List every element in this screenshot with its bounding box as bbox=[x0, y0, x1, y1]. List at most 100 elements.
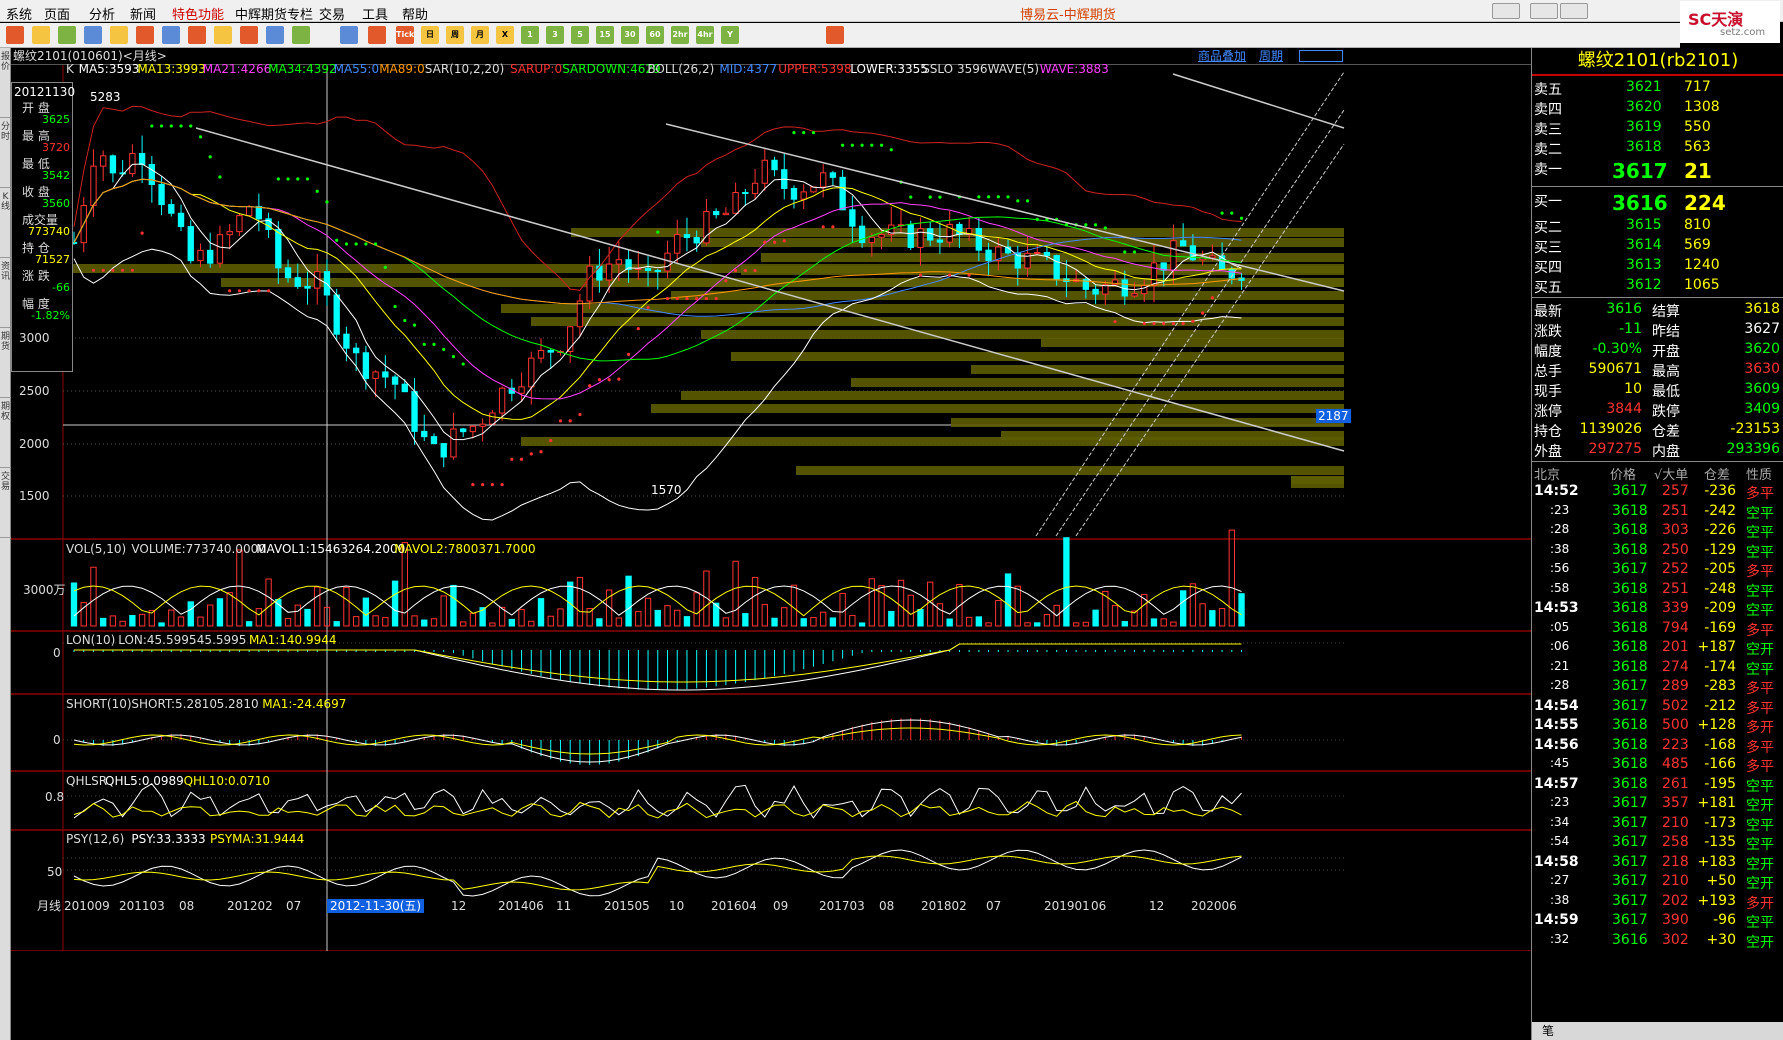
sar-dot bbox=[374, 242, 378, 246]
minimize-button[interactable] bbox=[1492, 3, 1520, 19]
period-button-9[interactable]: 30 bbox=[621, 26, 639, 44]
ask-row[interactable]: 卖五 3621 717 bbox=[1532, 78, 1783, 98]
period-button-7[interactable]: 5 bbox=[571, 26, 589, 44]
menu-item-1[interactable]: 页面 bbox=[44, 4, 70, 23]
close-button[interactable] bbox=[1560, 3, 1588, 19]
left-tab-1[interactable]: 分时 bbox=[0, 118, 11, 188]
ask-volume: 21 bbox=[1684, 159, 1712, 183]
left-tab-3[interactable]: 资讯 bbox=[0, 258, 11, 328]
period-button-12[interactable]: 4hr bbox=[696, 26, 714, 44]
volume-profile-bar bbox=[701, 330, 1344, 339]
sar-dot bbox=[383, 265, 387, 269]
calc-icon[interactable] bbox=[826, 26, 844, 44]
stat-label: 昨结 bbox=[1652, 324, 1680, 340]
window-icon[interactable] bbox=[162, 26, 180, 44]
tick-row: 14:52 3617 257 -236 多平 bbox=[1532, 482, 1783, 502]
period-button-13[interactable]: Y bbox=[721, 26, 739, 44]
tick-price: 3617 bbox=[1612, 814, 1648, 831]
ask-row[interactable]: 卖一 3617 21 bbox=[1532, 158, 1783, 184]
period-button-5[interactable]: 1 bbox=[521, 26, 539, 44]
bid-row[interactable]: 买五 3612 1065 bbox=[1532, 276, 1783, 296]
volume-bar bbox=[450, 584, 457, 627]
menu-item-4[interactable]: 特色功能 bbox=[172, 4, 224, 23]
menu-item-3[interactable]: 新闻 bbox=[130, 4, 156, 23]
sar-dot bbox=[607, 378, 611, 382]
menu-item-2[interactable]: 分析 bbox=[89, 4, 115, 23]
period-button-3[interactable]: 月 bbox=[471, 26, 489, 44]
ticks-footer[interactable]: 笔 bbox=[1532, 1022, 1783, 1040]
candle-body bbox=[751, 182, 759, 195]
sar-dot bbox=[344, 242, 349, 246]
stat-value: 297275 bbox=[1588, 441, 1642, 457]
menu-item-8[interactable]: 帮助 bbox=[402, 4, 428, 23]
candle-body bbox=[819, 172, 827, 188]
left-tab-4[interactable]: 期货 bbox=[0, 328, 11, 398]
menu-item-5[interactable]: 中辉期货专栏 bbox=[235, 4, 313, 23]
list-icon[interactable] bbox=[340, 26, 358, 44]
page-icon[interactable] bbox=[32, 26, 50, 44]
new-icon[interactable] bbox=[292, 26, 310, 44]
menu-item-6[interactable]: 交易 bbox=[319, 4, 345, 23]
left-tab-2[interactable]: K线 bbox=[0, 188, 11, 258]
menu-item-0[interactable]: 系统 bbox=[6, 4, 32, 23]
period-button-11[interactable]: 2hr bbox=[671, 26, 689, 44]
chart-icon[interactable] bbox=[84, 26, 102, 44]
volume-bar bbox=[168, 609, 175, 627]
maximize-button[interactable] bbox=[1530, 3, 1558, 19]
ask-row[interactable]: 卖三 3619 550 bbox=[1532, 118, 1783, 138]
home-icon[interactable] bbox=[6, 26, 24, 44]
period-button-10[interactable]: 60 bbox=[646, 26, 664, 44]
bid-row[interactable]: 买一 3616 224 bbox=[1532, 190, 1783, 216]
period-button-2[interactable]: 周 bbox=[446, 26, 464, 44]
pen-icon[interactable] bbox=[188, 26, 206, 44]
left-tab-5[interactable]: 期权 bbox=[0, 398, 11, 468]
sar-dot bbox=[461, 362, 465, 366]
tick-oi-change: -209 bbox=[1704, 600, 1736, 616]
sar-dot bbox=[500, 482, 504, 487]
period-button-4[interactable]: X bbox=[496, 26, 514, 44]
stat-label: 涨跌 bbox=[1534, 324, 1562, 340]
window-controls[interactable] bbox=[1299, 50, 1343, 62]
volume-bar bbox=[829, 617, 837, 627]
tick-oi-change: -226 bbox=[1704, 522, 1736, 538]
search-icon[interactable] bbox=[110, 26, 128, 44]
trend-icon[interactable] bbox=[368, 26, 386, 44]
chart-title: 螺纹2101(010601)<月线> bbox=[13, 49, 167, 63]
tick-row: :32 3616 302 +30 空开 bbox=[1532, 931, 1783, 951]
bid-volume: 569 bbox=[1684, 237, 1711, 253]
draw-icon[interactable] bbox=[214, 26, 232, 44]
chart-area[interactable]: 螺纹2101(010601)<月线> 商品叠加 周期 20121130 开 盘 36… bbox=[11, 48, 1531, 1040]
overlay-link[interactable]: 商品叠加 bbox=[1198, 49, 1246, 63]
candle-body bbox=[956, 223, 963, 235]
candle-body bbox=[800, 191, 807, 200]
menu-item-7[interactable]: 工具 bbox=[362, 4, 388, 23]
period-button-0[interactable]: Tick bbox=[396, 26, 414, 44]
volume-bar bbox=[469, 612, 477, 627]
volume-profile-bar bbox=[761, 253, 1344, 262]
qhlsr-legend: QHL5:0.0989 bbox=[105, 774, 184, 788]
zoom-icon[interactable] bbox=[136, 26, 154, 44]
left-tab-6[interactable]: 交易 bbox=[0, 468, 11, 538]
refresh-icon[interactable] bbox=[58, 26, 76, 44]
ask-row[interactable]: 卖二 3618 563 bbox=[1532, 138, 1783, 158]
tool-icon[interactable] bbox=[240, 26, 258, 44]
bid-row[interactable]: 买二 3615 810 bbox=[1532, 216, 1783, 236]
tick-oi-change: +193 bbox=[1697, 892, 1736, 909]
left-tab-0[interactable]: 报价 bbox=[0, 48, 11, 118]
period-link[interactable]: 周期 bbox=[1259, 49, 1283, 63]
period-button-8[interactable]: 15 bbox=[596, 26, 614, 44]
candle-body bbox=[1053, 255, 1060, 280]
sar-dot bbox=[1093, 223, 1098, 227]
bid-row[interactable]: 买三 3614 569 bbox=[1532, 236, 1783, 256]
stat-value: 10 bbox=[1624, 381, 1642, 397]
info-box: 20121130 开 盘 3625 最 高 3720 最 低 3542 收 盘 3560 成交量 7… bbox=[11, 82, 75, 372]
sar-dot bbox=[1016, 199, 1020, 203]
flag-icon[interactable] bbox=[266, 26, 284, 44]
ask-row[interactable]: 卖四 3620 1308 bbox=[1532, 98, 1783, 118]
info-value: 3542 bbox=[42, 169, 70, 182]
stat-value: -0.30% bbox=[1592, 341, 1642, 357]
sar-dot bbox=[276, 177, 280, 181]
bid-row[interactable]: 买四 3613 1240 bbox=[1532, 256, 1783, 276]
period-button-1[interactable]: 日 bbox=[421, 26, 439, 44]
period-button-6[interactable]: 3 bbox=[546, 26, 564, 44]
